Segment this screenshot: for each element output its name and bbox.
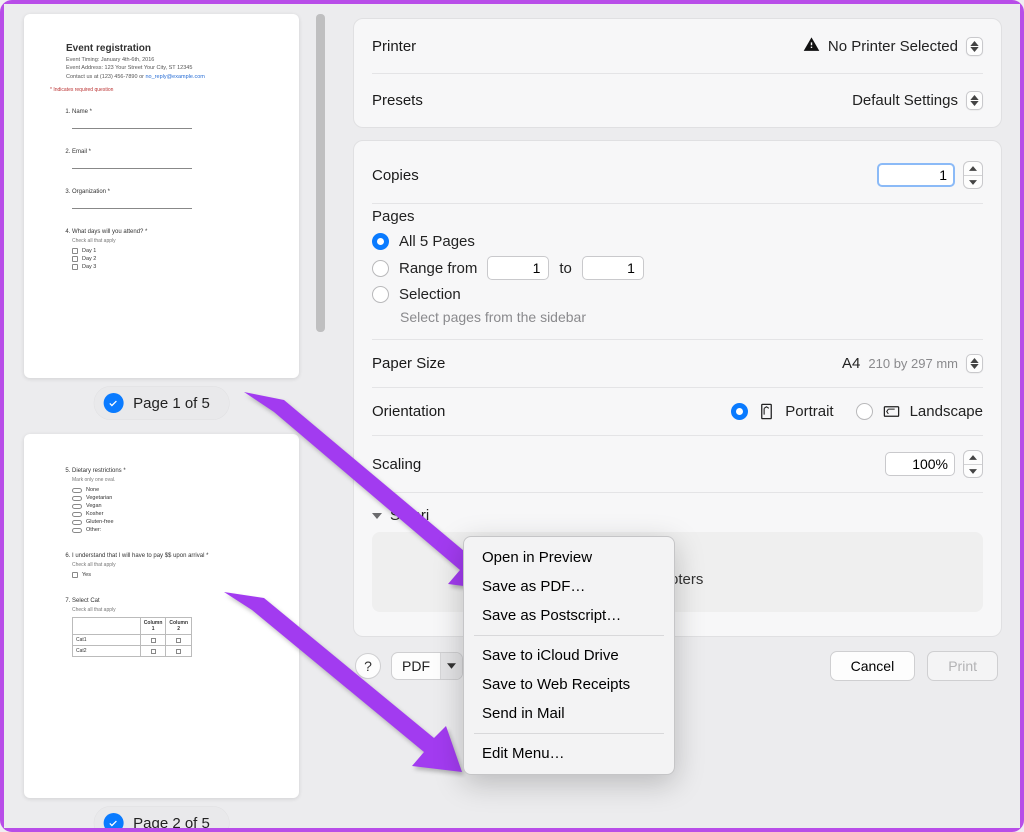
presets-select[interactable] [966,91,983,110]
scaling-input[interactable] [885,452,955,476]
page-thumbnail-1[interactable]: Event registration Event Timing: January… [24,14,299,378]
paper-size-label: Paper Size [372,355,445,372]
copies-stepper[interactable] [963,161,983,189]
pages-label: Pages [372,208,983,225]
copies-label: Copies [372,167,419,184]
radio-icon [372,233,389,250]
paper-size-dimensions: 210 by 297 mm [868,356,958,371]
orientation-landscape[interactable]: Landscape [856,402,983,421]
radio-selection[interactable]: Selection [372,286,983,303]
printer-value: No Printer Selected [828,38,958,55]
paper-size-select[interactable] [966,354,983,373]
range-from-input[interactable] [487,256,549,280]
radio-all-pages[interactable]: All 5 Pages [372,233,983,250]
range-to-input[interactable] [582,256,644,280]
stepper-down-icon[interactable] [964,175,982,188]
menu-send-in-mail[interactable]: Send in Mail [464,699,674,728]
page-badge-2[interactable]: Page 2 of 5 [93,806,230,828]
radio-range[interactable]: Range from to [372,256,983,280]
stepper-up-icon[interactable] [964,162,982,175]
menu-edit-menu[interactable]: Edit Menu… [464,739,674,768]
presets-label: Presets [372,92,423,109]
pdf-dropdown-menu: Open in Preview Save as PDF… Save as Pos… [463,536,675,775]
scrollbar[interactable] [316,14,325,332]
selection-hint: Select pages from the sidebar [400,309,983,325]
scaling-label: Scaling [372,456,421,473]
orientation-portrait[interactable]: Portrait [731,402,833,421]
page-badge-1[interactable]: Page 1 of 5 [93,386,230,420]
menu-save-as-postscript[interactable]: Save as Postscript… [464,601,674,630]
stepper-down-icon[interactable] [964,464,982,477]
chevron-down-icon [372,511,382,521]
print-settings-group: Copies Pages All 5 Pages Range [353,140,1002,637]
radio-icon [731,403,748,420]
safari-section-toggle[interactable]: Safari [372,493,983,532]
printer-select[interactable] [966,37,983,56]
presets-value: Default Settings [852,92,958,109]
chevron-down-icon[interactable] [440,653,462,679]
radio-icon [372,286,389,303]
form-title: Event registration [66,43,277,54]
landscape-icon [882,402,901,421]
radio-icon [372,260,389,277]
orientation-label: Orientation [372,403,445,420]
paper-size-value: A4 [842,355,860,372]
menu-open-in-preview[interactable]: Open in Preview [464,543,674,572]
radio-icon [856,403,873,420]
portrait-icon [757,402,776,421]
page-thumbnail-sidebar[interactable]: Event registration Event Timing: January… [4,4,339,828]
page-thumbnail-2[interactable]: Dietary restrictions * Mark only one ova… [24,434,299,798]
printer-label: Printer [372,38,416,55]
print-button[interactable]: Print [927,651,998,681]
warning-icon [803,36,820,57]
menu-save-to-web-receipts[interactable]: Save to Web Receipts [464,670,674,699]
pdf-dropdown-button[interactable]: PDF [391,652,463,680]
checkmark-icon [103,813,123,828]
cancel-button[interactable]: Cancel [830,651,916,681]
printer-panel: Printer No Printer Selected Presets Defa… [353,18,1002,128]
menu-save-as-pdf[interactable]: Save as PDF… [464,572,674,601]
copies-input[interactable] [877,163,955,187]
help-button[interactable]: ? [355,653,381,679]
stepper-up-icon[interactable] [964,451,982,464]
dialog-button-bar: ? PDF out Cancel Print [353,649,1002,683]
page-badge-label: Page 2 of 5 [133,815,210,829]
menu-save-to-icloud[interactable]: Save to iCloud Drive [464,641,674,670]
page-badge-label: Page 1 of 5 [133,395,210,412]
scaling-stepper[interactable] [963,450,983,478]
print-options-panel: Printer No Printer Selected Presets Defa… [339,4,1020,828]
checkmark-icon [103,393,123,413]
